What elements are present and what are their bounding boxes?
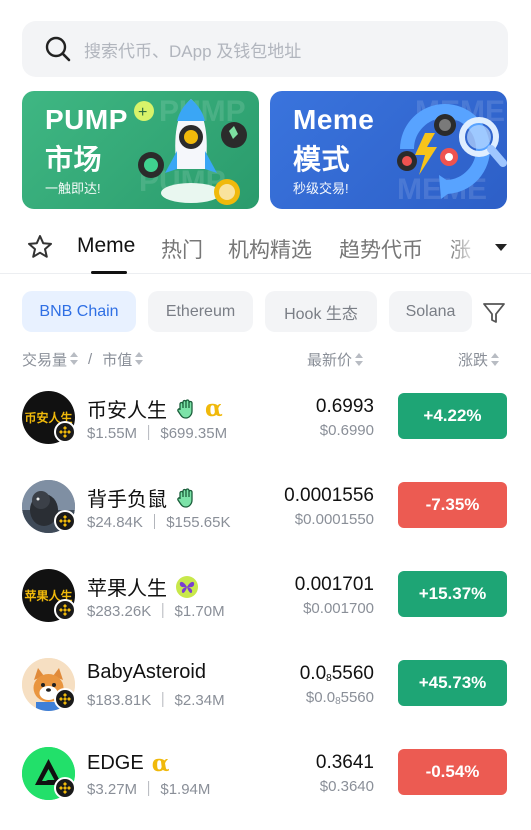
token-volume-mcap: $283.26K ｜ $1.70M xyxy=(87,603,225,620)
change-label: 涨跌 xyxy=(458,352,489,369)
bnb-chain-badge xyxy=(54,599,76,621)
bnb-chain-badge xyxy=(54,688,76,710)
tab-hot[interactable]: 热门 xyxy=(161,234,203,264)
token-price-usd: $0.6990 xyxy=(319,422,374,439)
token-name-text: 苹果人生 xyxy=(87,578,167,600)
meme-illustration: MEME MEME xyxy=(397,95,507,206)
change-badge[interactable]: +4.22% xyxy=(398,393,507,439)
change-badge[interactable]: -7.35% xyxy=(398,482,507,528)
banner-subtitle: 秒级交易! xyxy=(293,181,349,196)
bnb-chain-badge xyxy=(54,421,76,443)
search-bar[interactable]: 搜索代币、DApp 及钱包地址 xyxy=(22,21,508,77)
token-price-usd: $0.0001550 xyxy=(294,511,374,528)
search-icon xyxy=(45,36,71,62)
chain-chip-solana[interactable]: Solana xyxy=(389,291,472,332)
token-price-usd: $0.001700 xyxy=(303,600,374,617)
tab-fade xyxy=(448,230,488,266)
banner-title: 市场 xyxy=(45,144,103,175)
bnb-chain-badge xyxy=(54,777,76,799)
butterfly-icon xyxy=(175,575,199,599)
price-usd-tail: 5560 xyxy=(340,689,374,706)
column-header-price[interactable]: 最新价 xyxy=(307,349,364,370)
price-tail: 5560 xyxy=(331,663,374,684)
token-name-text: EDGE xyxy=(87,752,144,774)
search-placeholder: 搜索代币、DApp 及钱包地址 xyxy=(84,41,302,61)
token-price: 0.3641 xyxy=(315,752,374,773)
favorites-star-icon[interactable] xyxy=(26,233,54,261)
token-name-text: BabyAsteroid xyxy=(87,661,206,683)
sort-volume[interactable]: 交易量 xyxy=(22,349,79,370)
token-volume-mcap: $3.27M ｜ $1.94M xyxy=(87,781,211,798)
meme-mode-banner[interactable]: MEME MEME Meme 模式 秒级交易! xyxy=(270,91,507,209)
volume-label: 交易量 xyxy=(22,352,68,369)
token-price: 0.6993 xyxy=(315,396,374,417)
token-price: 0.001701 xyxy=(294,574,374,595)
svg-text:+: + xyxy=(138,104,147,121)
sort-icon xyxy=(70,352,79,365)
alpha-icon: α xyxy=(151,750,170,777)
token-name: EDGE α xyxy=(87,750,169,777)
banner-title: PUMP xyxy=(45,104,128,135)
token-row[interactable]: 苹果人生 苹果人生 $283.26K ｜ $1.70M 0.001701 $0.… xyxy=(0,562,531,651)
sort-mcap[interactable]: 市值 xyxy=(102,349,144,370)
token-name: 币安人生 α xyxy=(87,394,223,423)
hand-icon xyxy=(175,487,197,509)
rocket-illustration: PUMP PUMP + xyxy=(134,95,247,205)
token-name-text: 币安人生 xyxy=(87,400,167,422)
token-price-usd: $0.3640 xyxy=(319,778,374,795)
chain-chip-bnb[interactable]: BNB Chain xyxy=(22,291,136,332)
price-label: 最新价 xyxy=(307,352,353,369)
column-header-volume-mcap: 交易量 / 市值 xyxy=(22,349,144,370)
tab-trending-tokens[interactable]: 趋势代币 xyxy=(339,234,423,264)
sort-icon xyxy=(491,353,500,366)
banner-title: 模式 xyxy=(293,144,351,175)
alpha-icon: α xyxy=(205,395,223,422)
change-badge[interactable]: +45.73% xyxy=(398,660,507,706)
bnb-chain-badge xyxy=(54,510,76,532)
banner-title: Meme xyxy=(293,104,375,135)
token-row[interactable]: BabyAsteroid $183.81K ｜ $2.34M 0.085560 … xyxy=(0,651,531,740)
column-header-change[interactable]: 涨跌 xyxy=(458,349,500,370)
hand-icon xyxy=(175,398,197,420)
pump-market-banner[interactable]: PUMP PUMP + PUMP 市场 一触即达! xyxy=(22,91,259,209)
tab-institutional-picks[interactable]: 机构精选 xyxy=(228,234,312,264)
chain-chip-ethereum[interactable]: Ethereum xyxy=(148,291,253,332)
column-separator: / xyxy=(88,351,93,368)
token-volume-mcap: $183.81K ｜ $2.34M xyxy=(87,692,225,709)
token-volume-mcap: $24.84K ｜ $155.65K xyxy=(87,514,231,531)
token-name: 背手负鼠 xyxy=(87,483,197,512)
token-price-usd: $0.085560 xyxy=(306,689,374,707)
change-badge[interactable]: -0.54% xyxy=(398,749,507,795)
token-row[interactable]: 背手负鼠 $24.84K ｜ $155.65K 0.0001556 $0.000… xyxy=(0,473,531,562)
caret-down-icon[interactable] xyxy=(493,240,509,254)
token-volume-mcap: $1.55M ｜ $699.35M xyxy=(87,425,228,442)
token-name-text: 背手负鼠 xyxy=(87,489,167,511)
chain-chip-hook[interactable]: Hook 生态 xyxy=(265,291,377,332)
price-usd-prefix: $0.0 xyxy=(305,689,336,706)
sort-icon xyxy=(135,352,144,365)
tab-meme[interactable]: Meme xyxy=(77,234,135,258)
token-row[interactable]: EDGE α $3.27M ｜ $1.94M 0.3641 $0.3640 -0… xyxy=(0,740,531,829)
banner-subtitle: 一触即达! xyxy=(45,181,101,196)
token-price: 0.0001556 xyxy=(284,485,374,506)
mcap-label: 市值 xyxy=(102,352,133,369)
change-badge[interactable]: +15.37% xyxy=(398,571,507,617)
token-price: 0.085560 xyxy=(300,663,374,685)
token-name: 苹果人生 xyxy=(87,572,199,601)
category-tabs: Meme 热门 机构精选 趋势代币 涨 xyxy=(0,222,531,274)
token-row[interactable]: 币安人生 币安人生 α $1.55M ｜ $699.35M 0.6993 $0.… xyxy=(0,384,531,473)
sort-icon xyxy=(355,353,364,366)
filter-icon[interactable] xyxy=(481,300,507,326)
token-name: BabyAsteroid xyxy=(87,661,206,684)
price-prefix: 0.0 xyxy=(299,663,327,684)
active-tab-indicator xyxy=(91,271,127,274)
